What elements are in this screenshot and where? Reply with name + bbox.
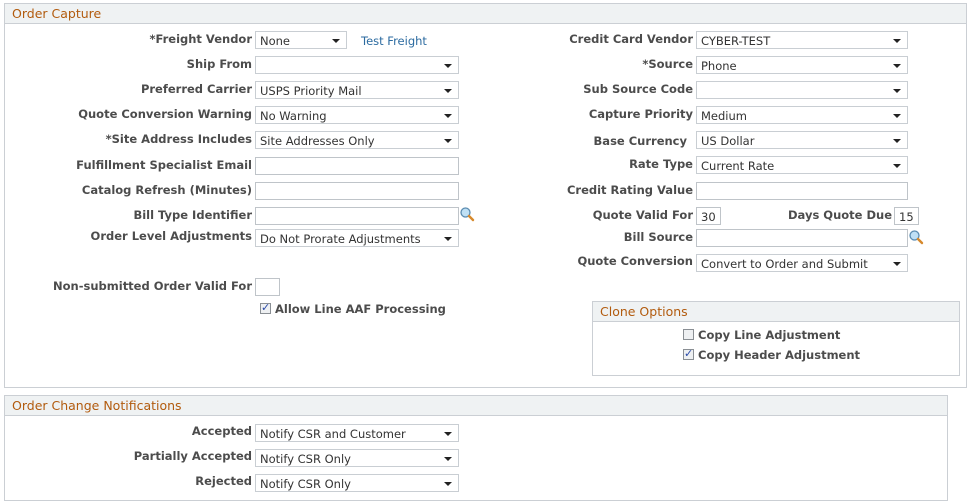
fulfillment-specialist-email-label: Fulfillment Specialist Email bbox=[76, 158, 252, 172]
source-value: Phone bbox=[701, 59, 737, 73]
rejected-label: Rejected bbox=[195, 474, 252, 488]
quote-conversion-label: Quote Conversion bbox=[577, 254, 693, 268]
credit-rating-value-label: Credit Rating Value bbox=[566, 183, 693, 197]
order-change-notifications-title: Order Change Notifications bbox=[12, 398, 182, 413]
preferred-carrier-label: Preferred Carrier bbox=[140, 82, 252, 96]
ship-from-select[interactable] bbox=[255, 56, 459, 74]
chevron-down-icon bbox=[893, 164, 901, 168]
freight-vendor-select[interactable]: None bbox=[255, 31, 347, 49]
order-change-notifications-header: Order Change Notifications bbox=[5, 396, 947, 416]
credit-card-vendor-select[interactable]: CYBER-TEST bbox=[696, 31, 908, 49]
chevron-down-icon bbox=[893, 64, 901, 68]
chevron-down-icon bbox=[444, 432, 452, 436]
quote-conversion-select[interactable]: Convert to Order and Submit bbox=[696, 254, 908, 272]
rejected-value: Notify CSR Only bbox=[260, 477, 351, 491]
base-currency-value: US Dollar bbox=[701, 134, 755, 148]
base-currency-select[interactable]: US Dollar bbox=[696, 131, 908, 149]
copy-header-adjustment-label: Copy Header Adjustment bbox=[698, 348, 861, 362]
source-select[interactable]: Phone bbox=[696, 56, 908, 74]
site-address-includes-value: Site Addresses Only bbox=[260, 134, 375, 148]
catalog-refresh-label: Catalog Refresh (Minutes) bbox=[81, 183, 252, 197]
accepted-value: Notify CSR and Customer bbox=[260, 427, 406, 441]
source-label: *Source bbox=[642, 57, 693, 71]
order-level-adjustments-select[interactable]: Do Not Prorate Adjustments bbox=[255, 229, 459, 247]
chevron-down-icon bbox=[444, 64, 452, 68]
bill-source-input[interactable] bbox=[696, 229, 908, 247]
freight-vendor-label: *Freight Vendor bbox=[149, 32, 252, 46]
copy-header-adjustment-checkbox[interactable] bbox=[683, 347, 694, 360]
accepted-label: Accepted bbox=[191, 424, 252, 438]
chevron-down-icon bbox=[444, 139, 452, 143]
rate-type-value: Current Rate bbox=[701, 159, 775, 173]
base-currency-label: Base Currency bbox=[593, 134, 687, 148]
site-address-includes-select[interactable]: Site Addresses Only bbox=[255, 131, 459, 149]
fulfillment-specialist-email-input[interactable] bbox=[255, 157, 459, 175]
allow-line-aaf-checkbox[interactable] bbox=[260, 301, 271, 314]
bill-source-label: Bill Source bbox=[623, 230, 693, 244]
chevron-down-icon bbox=[444, 457, 452, 461]
credit-rating-value-input[interactable] bbox=[696, 182, 908, 200]
lookup-icon[interactable] bbox=[459, 206, 475, 222]
order-change-notifications-group: Order Change Notifications bbox=[4, 395, 948, 501]
order-capture-header: Order Capture bbox=[5, 4, 966, 24]
partially-accepted-value: Notify CSR Only bbox=[260, 452, 351, 466]
lookup-icon[interactable] bbox=[908, 229, 924, 245]
quote-conversion-warning-label: Quote Conversion Warning bbox=[78, 107, 252, 121]
quote-valid-for-input[interactable]: 30 bbox=[696, 207, 721, 225]
bill-type-identifier-input[interactable] bbox=[255, 207, 459, 225]
capture-priority-select[interactable]: Medium bbox=[696, 106, 908, 124]
catalog-refresh-input[interactable] bbox=[255, 182, 459, 200]
capture-priority-value: Medium bbox=[701, 109, 747, 123]
days-quote-due-label: Days Quote Due bbox=[788, 208, 892, 222]
non-submitted-order-valid-for-label: Non-submitted Order Valid For bbox=[53, 279, 252, 293]
chevron-down-icon bbox=[444, 89, 452, 93]
preferred-carrier-value: USPS Priority Mail bbox=[260, 84, 362, 98]
allow-line-aaf-label: Allow Line AAF Processing bbox=[275, 302, 446, 316]
capture-priority-label: Capture Priority bbox=[588, 107, 693, 121]
chevron-down-icon bbox=[893, 262, 901, 266]
chevron-down-icon bbox=[444, 237, 452, 241]
chevron-down-icon bbox=[332, 39, 340, 43]
site-address-includes-label: *Site Address Includes bbox=[105, 132, 252, 146]
sub-source-code-label: Sub Source Code bbox=[583, 82, 693, 96]
partially-accepted-select[interactable]: Notify CSR Only bbox=[255, 449, 459, 467]
quote-conversion-warning-value: No Warning bbox=[260, 109, 327, 123]
non-submitted-order-valid-for-input[interactable] bbox=[255, 278, 280, 296]
chevron-down-icon bbox=[893, 39, 901, 43]
chevron-down-icon bbox=[444, 114, 452, 118]
clone-options-title: Clone Options bbox=[600, 304, 688, 319]
order-capture-title: Order Capture bbox=[12, 6, 102, 21]
rejected-select[interactable]: Notify CSR Only bbox=[255, 474, 459, 492]
chevron-down-icon bbox=[893, 114, 901, 118]
clone-options-header: Clone Options bbox=[593, 302, 959, 322]
chevron-down-icon bbox=[893, 139, 901, 143]
days-quote-due-input[interactable]: 15 bbox=[894, 207, 919, 225]
order-level-adjustments-value: Do Not Prorate Adjustments bbox=[260, 232, 421, 246]
partially-accepted-label: Partially Accepted bbox=[133, 449, 252, 463]
sub-source-code-select[interactable] bbox=[696, 81, 908, 99]
credit-card-vendor-value: CYBER-TEST bbox=[701, 34, 771, 48]
preferred-carrier-select[interactable]: USPS Priority Mail bbox=[255, 81, 459, 99]
copy-line-adjustment-label: Copy Line Adjustment bbox=[698, 328, 841, 342]
rate-type-label: Rate Type bbox=[629, 157, 693, 171]
quote-valid-for-label: Quote Valid For bbox=[592, 208, 693, 222]
ship-from-label: Ship From bbox=[186, 57, 252, 71]
test-freight-link[interactable]: Test Freight bbox=[361, 34, 427, 48]
credit-card-vendor-label: Credit Card Vendor bbox=[569, 32, 693, 46]
rate-type-select[interactable]: Current Rate bbox=[696, 156, 908, 174]
freight-vendor-value: None bbox=[260, 34, 291, 48]
copy-line-adjustment-checkbox[interactable] bbox=[683, 329, 694, 340]
quote-conversion-value: Convert to Order and Submit bbox=[701, 257, 868, 271]
chevron-down-icon bbox=[893, 89, 901, 93]
accepted-select[interactable]: Notify CSR and Customer bbox=[255, 424, 459, 442]
quote-conversion-warning-select[interactable]: No Warning bbox=[255, 106, 459, 124]
chevron-down-icon bbox=[444, 482, 452, 486]
order-level-adjustments-label: Order Level Adjustments bbox=[90, 229, 252, 243]
bill-type-identifier-label: Bill Type Identifier bbox=[133, 208, 252, 222]
